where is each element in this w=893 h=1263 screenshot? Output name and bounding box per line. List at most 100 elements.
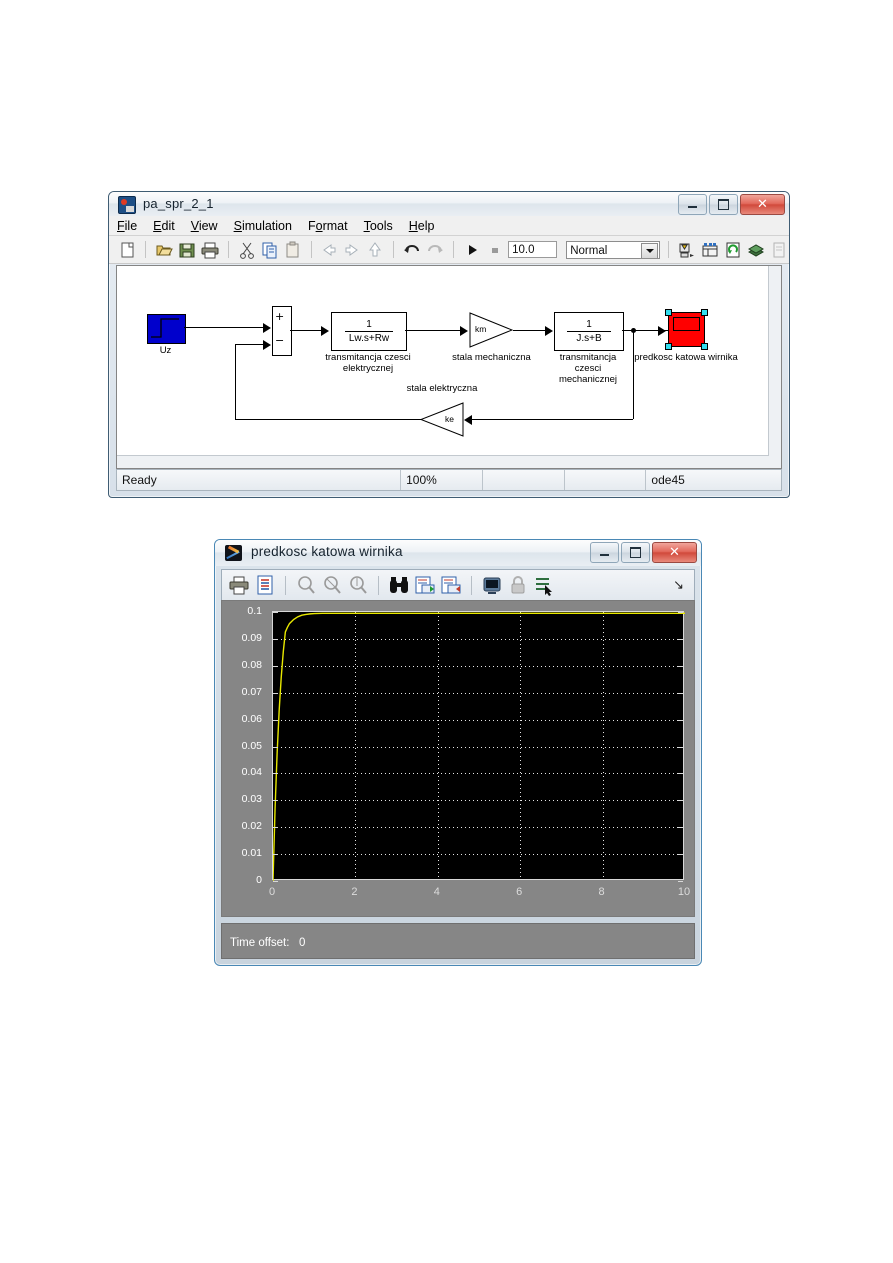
y-tick-label: 0.02: [241, 820, 262, 833]
menu-format[interactable]: Format: [308, 219, 348, 233]
minimize-button[interactable]: [678, 194, 707, 215]
arrow-scope-input: [658, 326, 666, 336]
y-tick-label: 0.1: [247, 605, 262, 617]
resize-corner-icon[interactable]: ↘: [673, 578, 684, 593]
y-tick-mark: [273, 719, 278, 721]
save-icon[interactable]: [177, 240, 197, 260]
selection-handle-br[interactable]: [701, 343, 708, 350]
selection-handle-tl[interactable]: [665, 309, 672, 316]
menu-view[interactable]: View: [191, 219, 218, 233]
canvas-horizontal-scrollbar[interactable]: [117, 455, 769, 468]
redo-icon[interactable]: [425, 240, 445, 260]
step-source-block[interactable]: [147, 314, 186, 344]
scope-plot-area[interactable]: 0 0.01 0.02 0.03 0.04 0.05 0.06 0.07 0.08 0.09 0.1…: [221, 600, 695, 917]
scope-window-controls[interactable]: ✕: [590, 542, 697, 563]
tf-electrical-numerator: 1: [366, 319, 372, 330]
debug-icon[interactable]: [769, 240, 789, 260]
simulink-model-window[interactable]: pa_spr_2_1 ✕ File Edit View Simulation F…: [108, 191, 790, 498]
arrow-sum-plus-input: [263, 323, 271, 333]
arrow-gain-km-input: [460, 326, 468, 336]
model-window-controls[interactable]: ✕: [678, 194, 785, 215]
time-offset-text: Time offset:: [230, 937, 290, 949]
y-tick-mark: [273, 665, 278, 667]
print-icon[interactable]: [228, 574, 250, 596]
model-titlebar[interactable]: pa_spr_2_1 ✕: [109, 192, 789, 216]
print-preview-icon[interactable]: [254, 574, 276, 596]
gain-km-label: stala mechaniczna: [452, 352, 531, 363]
floating-scope-icon[interactable]: [481, 574, 503, 596]
close-button[interactable]: ✕: [740, 194, 785, 215]
scope-toolbar[interactable]: ↘: [221, 569, 695, 601]
up-arrow-icon[interactable]: [365, 240, 385, 260]
model-window-title: pa_spr_2_1: [143, 196, 214, 211]
transfer-function-electrical-block[interactable]: 1 Lw.s+Rw: [331, 312, 407, 351]
model-canvas[interactable]: Uz + − 1 Lw.s+Rw transmitancja czesci el…: [116, 265, 782, 469]
scope-close-button[interactable]: ✕: [652, 542, 697, 563]
model-toolbar[interactable]: 10.0 Normal: [109, 236, 789, 264]
selection-handle-bl[interactable]: [665, 343, 672, 350]
selection-handle-tr[interactable]: [701, 309, 708, 316]
save-axes-settings-icon[interactable]: [414, 574, 436, 596]
y-tick-label: 0.03: [241, 793, 262, 806]
scope-block[interactable]: [668, 312, 705, 347]
paste-icon[interactable]: [283, 240, 303, 260]
transfer-function-mechanical-block[interactable]: 1 J.s+B: [554, 312, 624, 351]
print-icon[interactable]: [200, 240, 220, 260]
branch-dot: [631, 328, 636, 333]
zoom-y-icon[interactable]: [347, 574, 369, 596]
x-tick-label: 0: [268, 886, 276, 898]
menu-help[interactable]: Help: [409, 219, 435, 233]
tf-mechanical-label-line2: czesci: [574, 363, 602, 374]
scope-titlebar[interactable]: predkosc katowa wirnika ✕: [215, 540, 701, 566]
status-state: Ready: [117, 470, 402, 490]
lock-axes-icon[interactable]: [507, 574, 529, 596]
build-model-icon[interactable]: [746, 240, 766, 260]
tf-mechanical-denominator: J.s+B: [576, 333, 602, 344]
undo-icon[interactable]: [402, 240, 422, 260]
simulation-mode-select[interactable]: Normal: [566, 240, 661, 259]
gain-ke-block[interactable]: ke: [420, 402, 464, 437]
open-folder-icon[interactable]: [154, 240, 174, 260]
canvas-vertical-scrollbar[interactable]: [768, 266, 781, 468]
gain-km-block[interactable]: km: [469, 312, 513, 348]
scope-minimize-button[interactable]: [590, 542, 619, 563]
scope-maximize-button[interactable]: [621, 542, 650, 563]
tf-electrical-label-line2: elektrycznej: [342, 363, 394, 374]
y-tick-mark: [273, 881, 278, 882]
model-explorer-icon[interactable]: [700, 240, 720, 260]
arrow-tf-electrical-input: [321, 326, 329, 336]
scope-axes[interactable]: [272, 611, 685, 882]
restore-axes-settings-icon[interactable]: [440, 574, 462, 596]
gain-km-value: km: [475, 324, 487, 334]
signal-selection-icon[interactable]: [533, 574, 555, 596]
y-tick-label: 0: [256, 874, 262, 886]
cut-icon[interactable]: [237, 240, 257, 260]
back-arrow-icon[interactable]: [319, 240, 339, 260]
copy-icon[interactable]: [260, 240, 280, 260]
menu-simulation[interactable]: Simulation: [234, 219, 292, 233]
menu-edit[interactable]: Edit: [153, 219, 175, 233]
stop-simulation-icon[interactable]: [485, 240, 505, 260]
zoom-in-icon[interactable]: [295, 574, 317, 596]
x-tick-label: 8: [598, 886, 605, 898]
maximize-button[interactable]: [709, 194, 738, 215]
forward-arrow-icon[interactable]: [342, 240, 362, 260]
y-tick-mark: [273, 692, 278, 694]
zoom-x-icon[interactable]: [321, 574, 343, 596]
y-tick-label: 0.07: [241, 685, 262, 698]
chevron-down-icon[interactable]: [641, 242, 659, 259]
wire-tf-electrical-to-gain-km: [405, 330, 461, 331]
wire-source-to-sum: [184, 327, 264, 328]
binoculars-autoscale-icon[interactable]: [388, 574, 410, 596]
simulation-time-input[interactable]: 10.0: [508, 241, 558, 258]
sum-plus-sign: +: [275, 310, 285, 323]
scope-window[interactable]: predkosc katowa wirnika ✕ ↘ 0 0.01 0.02 …: [214, 539, 702, 966]
library-browser-icon[interactable]: [677, 240, 697, 260]
new-file-icon[interactable]: [117, 240, 137, 260]
menu-tools[interactable]: Tools: [364, 219, 393, 233]
menu-file[interactable]: File: [117, 219, 137, 233]
start-simulation-icon[interactable]: [462, 240, 482, 260]
model-menubar[interactable]: File Edit View Simulation Format Tools H…: [109, 216, 789, 236]
update-diagram-icon[interactable]: [723, 240, 743, 260]
tf-electrical-denominator: Lw.s+Rw: [348, 333, 390, 344]
